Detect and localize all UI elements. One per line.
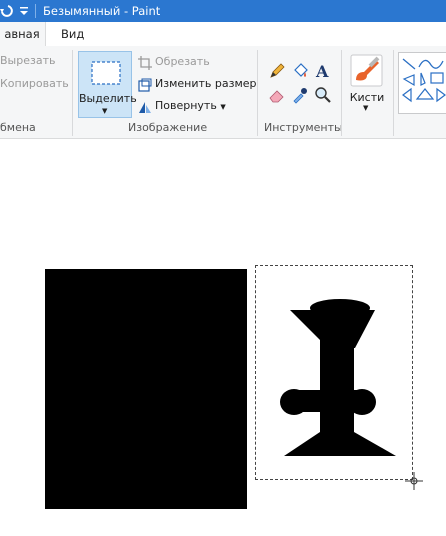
shapes-icon — [402, 58, 446, 103]
customize-quick-access-icon[interactable] — [18, 5, 30, 17]
window-title: Безымянный - Paint — [43, 4, 161, 18]
resize-handle-icon[interactable] — [405, 472, 423, 490]
crop-icon — [138, 56, 152, 70]
chevron-down-icon: ▼ — [102, 107, 108, 115]
text-icon[interactable]: A — [314, 62, 332, 80]
crop-button[interactable]: Обрезать — [155, 53, 210, 71]
resize-icon — [138, 78, 152, 92]
black-rectangle-shape[interactable] — [45, 269, 247, 509]
black-shape-figure[interactable] — [280, 298, 400, 458]
eraser-icon[interactable] — [268, 86, 286, 104]
ribbon-tabs: авная Вид — [0, 22, 446, 47]
tools-group-label: Инструменты — [264, 121, 343, 134]
magnifier-icon[interactable] — [314, 86, 332, 104]
brushes-label: Кисти — [349, 91, 385, 104]
select-button[interactable]: Выделить ▼ — [78, 51, 137, 118]
rotate-icon — [139, 102, 151, 113]
rotate-label: Повернуть — [155, 99, 217, 112]
ribbon: Вырезать Копировать бмена Выделить ▼ Обр… — [0, 46, 446, 139]
color-picker-icon[interactable] — [291, 86, 309, 104]
fill-bucket-icon[interactable] — [291, 62, 309, 80]
pencil-icon[interactable] — [268, 62, 286, 80]
brush-icon — [350, 54, 383, 87]
group-divider — [257, 50, 258, 136]
title-bar: Безымянный - Paint — [0, 0, 446, 22]
rotate-button[interactable]: Повернуть ▼ — [155, 97, 226, 115]
resize-button[interactable]: Изменить размер — [155, 75, 257, 93]
tab-view[interactable]: Вид — [61, 22, 84, 46]
svg-text:A: A — [315, 62, 329, 80]
cut-button[interactable]: Вырезать — [0, 52, 55, 70]
select-label: Выделить — [79, 92, 137, 105]
group-divider — [341, 50, 342, 136]
shapes-gallery[interactable] — [398, 52, 446, 114]
group-divider — [72, 50, 73, 136]
group-divider — [393, 50, 394, 136]
chevron-down-icon: ▼ — [220, 103, 226, 111]
image-group-label: Изображение — [128, 121, 208, 134]
selection-rectangle-icon — [91, 61, 121, 85]
title-separator — [35, 4, 36, 18]
chevron-down-icon: ▼ — [363, 104, 369, 112]
copy-button[interactable]: Копировать — [0, 75, 69, 93]
clipboard-group-label: бмена — [0, 121, 36, 134]
undo-icon[interactable] — [0, 3, 14, 19]
tab-home[interactable]: авная — [0, 22, 46, 47]
